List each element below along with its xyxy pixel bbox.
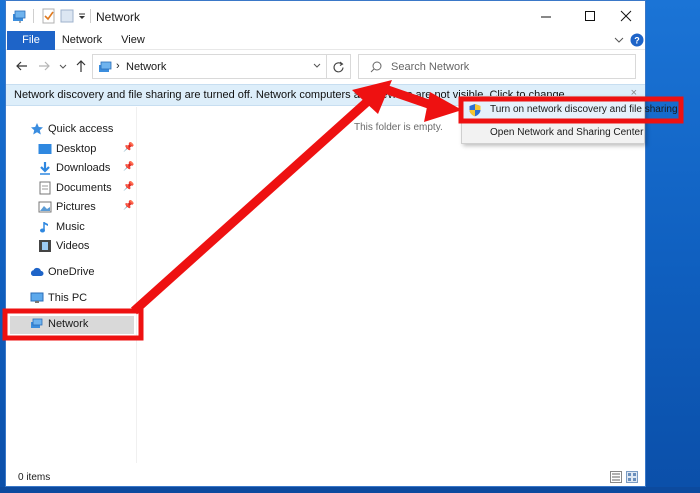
navigation-pane: Quick access Desktop 📌 Downloads 📌 Docum… — [6, 107, 136, 463]
music-note-icon — [38, 220, 52, 234]
properties-icon[interactable] — [41, 8, 57, 24]
pictures-icon — [38, 200, 52, 214]
minimize-button[interactable] — [524, 1, 568, 31]
film-icon — [38, 239, 52, 253]
sidebar-item-label: Desktop — [56, 143, 97, 155]
sidebar-item-label: Network — [48, 318, 89, 330]
sidebar-item-network[interactable]: Network — [10, 316, 134, 334]
tab-view[interactable]: View — [118, 31, 148, 50]
close-button[interactable] — [604, 1, 645, 31]
sidebar-item-label: Pictures — [56, 201, 96, 213]
sidebar-item-pictures[interactable]: Pictures 📌 — [10, 199, 134, 217]
address-bar[interactable]: › Network — [92, 54, 327, 79]
uac-shield-icon — [468, 103, 482, 117]
pin-icon: 📌 — [123, 161, 135, 171]
search-input[interactable]: Search Network — [391, 61, 469, 73]
pin-icon: 📌 — [123, 181, 135, 191]
navigation-bar: › Network Search Network — [6, 51, 645, 83]
separator — [90, 9, 91, 23]
back-arrow-icon[interactable] — [14, 58, 30, 74]
monitor-icon — [30, 291, 44, 305]
sidebar-item-music[interactable]: Music — [10, 219, 134, 237]
sidebar-item-documents[interactable]: Documents 📌 — [10, 180, 134, 198]
network-app-icon — [12, 8, 28, 24]
sidebar-item-quick-access[interactable]: Quick access — [10, 121, 134, 139]
sidebar-item-label: Downloads — [56, 162, 111, 174]
desktop-folder-icon — [38, 142, 52, 156]
tab-file[interactable]: File — [7, 31, 55, 50]
file-explorer-window: Network File Network View ? › Network Se… — [5, 0, 646, 487]
network-icon — [30, 317, 44, 331]
download-arrow-icon — [38, 161, 52, 175]
empty-folder-message: This folder is empty. — [354, 122, 443, 133]
search-box[interactable]: Search Network — [358, 54, 636, 79]
ribbon-tabs: File Network View ? — [6, 31, 645, 50]
address-dropdown-chevron-icon[interactable] — [312, 60, 322, 75]
forward-arrow-icon[interactable] — [36, 58, 52, 74]
up-arrow-icon[interactable] — [73, 58, 89, 74]
cloud-icon — [30, 265, 44, 279]
svg-text:?: ? — [634, 36, 640, 46]
sidebar-item-label: This PC — [48, 292, 88, 304]
menu-item-turn-on-network-discovery[interactable]: Turn on network discovery and file shari… — [462, 99, 678, 121]
sidebar-item-label: Music — [56, 221, 85, 233]
network-location-icon — [98, 59, 114, 78]
refresh-button[interactable] — [327, 54, 351, 79]
pin-icon: 📌 — [123, 142, 135, 152]
title-bar: Network — [6, 1, 645, 31]
pane-divider — [136, 107, 137, 463]
documents-icon — [38, 181, 52, 195]
search-icon — [369, 60, 383, 77]
separator — [33, 9, 34, 23]
details-view-icon[interactable] — [610, 471, 622, 483]
sidebar-item-label: Documents — [56, 182, 112, 194]
status-bar: 0 items — [6, 465, 645, 486]
sidebar-item-videos[interactable]: Videos — [10, 238, 134, 256]
sidebar-item-label: Quick access — [48, 123, 114, 135]
sidebar-item-downloads[interactable]: Downloads 📌 — [10, 160, 134, 178]
sidebar-item-label: OneDrive — [48, 266, 95, 278]
taskbar-edge — [0, 487, 700, 493]
sidebar-item-desktop[interactable]: Desktop 📌 — [10, 141, 134, 159]
help-icon[interactable]: ? — [630, 33, 644, 47]
item-count: 0 items — [18, 472, 51, 483]
expand-ribbon-chevron-icon[interactable] — [612, 33, 626, 47]
new-folder-icon[interactable] — [59, 8, 75, 24]
pin-icon: 📌 — [123, 200, 135, 210]
recent-locations-chevron-icon[interactable] — [58, 58, 68, 74]
star-icon — [30, 122, 44, 136]
window-title: Network — [96, 10, 141, 24]
breadcrumb-chevron-icon[interactable]: › — [116, 60, 120, 72]
sidebar-item-this-pc[interactable]: This PC — [10, 290, 134, 308]
breadcrumb-network[interactable]: Network — [126, 61, 166, 73]
menu-item-label: Turn on network discovery and file shari… — [490, 104, 678, 115]
tab-network[interactable]: Network — [60, 31, 104, 50]
menu-item-label: Open Network and Sharing Center — [490, 127, 644, 138]
sidebar-item-onedrive[interactable]: OneDrive — [10, 264, 134, 282]
infobar-context-menu: Turn on network discovery and file shari… — [461, 96, 678, 144]
large-icons-view-icon[interactable] — [626, 471, 638, 483]
sidebar-item-label: Videos — [56, 240, 90, 252]
menu-item-open-network-sharing-center[interactable]: Open Network and Sharing Center — [462, 122, 644, 144]
